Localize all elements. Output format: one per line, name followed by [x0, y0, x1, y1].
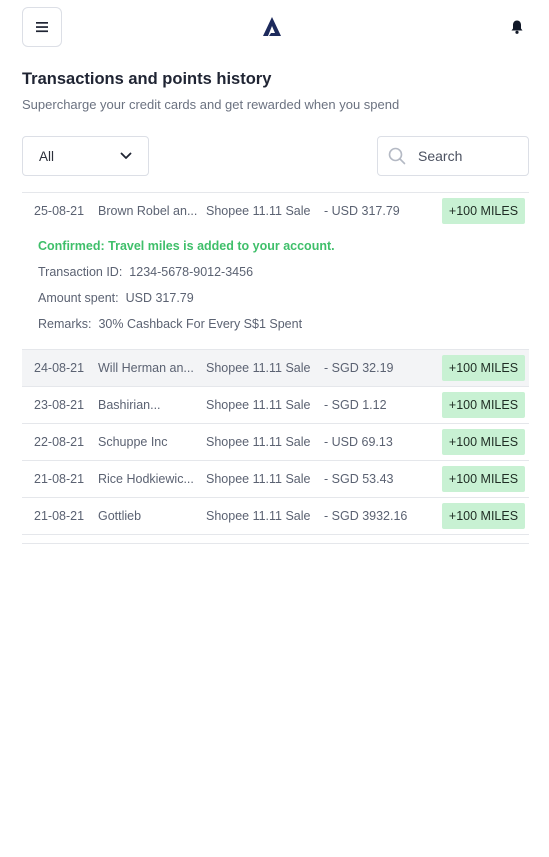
- filter-selected-value: All: [39, 148, 55, 164]
- miles-badge: +100 MILES: [442, 503, 525, 529]
- search-icon: [388, 147, 406, 165]
- row-date: 23-08-21: [34, 398, 85, 412]
- detail-remarks: Remarks: 30% Cashback For Every S$1 Spent: [38, 317, 302, 331]
- row-merchant: Will Herman an...: [98, 361, 194, 375]
- page-subtitle: Supercharge your credit cards and get re…: [22, 97, 400, 112]
- row-campaign: Shopee 11.11 Sale: [206, 204, 311, 218]
- bell-icon[interactable]: [510, 19, 524, 35]
- table-row[interactable]: 21-08-21 Gottlieb Shopee 11.11 Sale - SG…: [22, 498, 529, 535]
- table-row[interactable]: 24-08-21 Will Herman an... Shopee 11.11 …: [22, 350, 529, 387]
- miles-badge: +100 MILES: [442, 392, 525, 418]
- table-row[interactable]: 21-08-21 Rice Hodkiewic... Shopee 11.11 …: [22, 461, 529, 498]
- remarks-value: 30% Cashback For Every S$1 Spent: [98, 317, 303, 331]
- row-date: 24-08-21: [34, 361, 85, 375]
- menu-button[interactable]: [22, 7, 62, 47]
- row-amount: - SGD 1.12: [324, 398, 387, 412]
- search-box[interactable]: [377, 136, 529, 176]
- transaction-id-value: 1234-5678-9012-3456: [129, 265, 254, 279]
- table-row[interactable]: 23-08-21 Bashirian... Shopee 11.11 Sale …: [22, 387, 529, 424]
- miles-badge: +100 MILES: [442, 355, 525, 381]
- transaction-id-label: Transaction ID:: [38, 265, 123, 279]
- hamburger-icon: [36, 22, 48, 33]
- chevron-down-icon: [120, 152, 132, 159]
- row-merchant: Schuppe Inc: [98, 435, 168, 449]
- miles-badge: +100 MILES: [442, 429, 525, 455]
- row-date: 21-08-21: [34, 509, 85, 523]
- row-amount: - USD 317.79: [324, 204, 400, 218]
- row-date: 21-08-21: [34, 472, 85, 486]
- list-divider: [22, 543, 529, 544]
- row-campaign: Shopee 11.11 Sale: [206, 398, 311, 412]
- amount-spent-value: USD 317.79: [125, 291, 194, 305]
- row-amount: - USD 69.13: [324, 435, 393, 449]
- page-title: Transactions and points history: [22, 70, 272, 88]
- transactions-list: 25-08-21 Brown Robel an... Shopee 11.11 …: [22, 192, 529, 535]
- miles-badge: +100 MILES: [442, 466, 525, 492]
- search-input[interactable]: [418, 148, 518, 164]
- row-date: 22-08-21: [34, 435, 85, 449]
- row-merchant: Rice Hodkiewic...: [98, 472, 194, 486]
- confirmation-message: Confirmed: Travel miles is added to your…: [38, 239, 335, 253]
- row-merchant: Brown Robel an...: [98, 204, 198, 218]
- amount-spent-label: Amount spent:: [38, 291, 119, 305]
- table-row-expanded[interactable]: 25-08-21 Brown Robel an... Shopee 11.11 …: [22, 193, 529, 229]
- detail-amount-spent: Amount spent: USD 317.79: [38, 291, 194, 305]
- top-bar: [0, 0, 549, 56]
- detail-transaction-id: Transaction ID: 1234-5678-9012-3456: [38, 265, 253, 279]
- transaction-detail: Confirmed: Travel miles is added to your…: [22, 229, 529, 350]
- remarks-label: Remarks:: [38, 317, 92, 331]
- row-campaign: Shopee 11.11 Sale: [206, 472, 311, 486]
- row-merchant: Gottlieb: [98, 509, 142, 523]
- row-amount: - SGD 53.43: [324, 472, 394, 486]
- filter-dropdown[interactable]: All: [22, 136, 149, 176]
- row-campaign: Shopee 11.11 Sale: [206, 509, 311, 523]
- row-campaign: Shopee 11.11 Sale: [206, 361, 311, 375]
- miles-badge: +100 MILES: [442, 198, 525, 224]
- row-amount: - SGD 32.19: [324, 361, 394, 375]
- table-row[interactable]: 22-08-21 Schuppe Inc Shopee 11.11 Sale -…: [22, 424, 529, 461]
- row-campaign: Shopee 11.11 Sale: [206, 435, 311, 449]
- row-amount: - SGD 3932.16: [324, 509, 408, 523]
- brand-logo-icon[interactable]: [261, 16, 283, 38]
- row-merchant: Bashirian...: [98, 398, 161, 412]
- row-date: 25-08-21: [34, 204, 85, 218]
